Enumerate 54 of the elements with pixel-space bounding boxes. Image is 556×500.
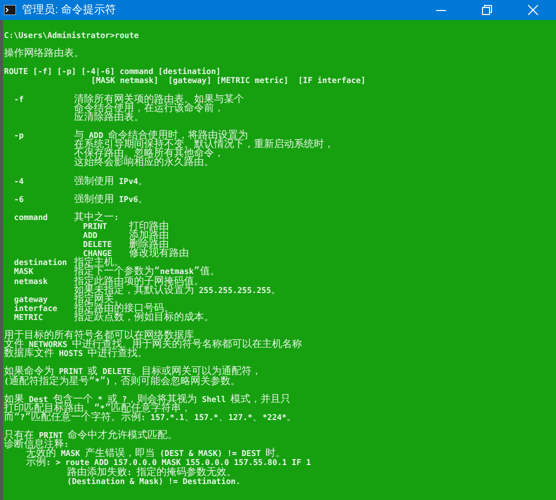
console-line: 路由添加失败: 指定的掩码参数无效。 (67, 468, 237, 477)
option-name: -f (14, 94, 24, 104)
option-description: 指定网关。 (74, 294, 124, 304)
option-name: -p (14, 131, 24, 140)
console-line: (通配符指定为星号“*”)，否则可能会忽略网关参数。 (4, 376, 241, 386)
console-line: 示例: > route ADD 157.0.0.0 MASK 155.0.0.0 157.55.80.1 IF 1 (26, 458, 311, 468)
option-description: 强制使用 IPv6。 (74, 194, 148, 204)
option-description: 其中之一: (74, 212, 119, 222)
option-description: 指定下一个参数为“netmask”值。 (74, 267, 220, 277)
option-name: netmask (14, 276, 48, 286)
console-line: 打印匹配目标路由。“*”匹配任意字符串， (4, 404, 191, 413)
window-title: 管理员: 命令提示符 (22, 4, 116, 16)
option-description: 指定主机。 (74, 258, 124, 268)
console-line: 无效的 MASK 产生错误，即当 (DEST & MASK) != DEST 时。 (26, 449, 286, 458)
option-description: 命令结合使用，在运行该命令前， (74, 104, 224, 113)
console-line: 数据库文件 HOSTS 中进行查找。 (4, 349, 148, 358)
option-description: 清除所有网关项的路由表。如果与某个 (74, 94, 244, 104)
console-line: 诊断信息注释: (4, 440, 69, 450)
option-description: 指定路由的接口号码。 (74, 304, 174, 313)
option-name: MASK (14, 267, 34, 277)
option-description: 这始终会影响相应的永久路由。 (74, 158, 214, 168)
option-description: 应清除路由表。 (74, 112, 144, 122)
console-line: 如果命令为 PRINT 或 DELETE。目标或网关可以为通配符， (4, 367, 262, 377)
option-name: gateway (14, 294, 48, 304)
console-line: 操作网络路由表。 (4, 49, 84, 58)
subcommand-description: 删除路由 (129, 240, 169, 250)
subcommand-description: 修改现有路由 (129, 249, 189, 258)
console-line: C:\Users\Administrator>route (4, 31, 139, 40)
console-icon (4, 5, 16, 15)
subcommand-name: DELETE (83, 240, 112, 250)
console-line: 而“?”匹配任意一个字符。示例: 157.*.1、157.*、127.*、*224*。 (4, 412, 297, 422)
option-name: interface (14, 304, 58, 313)
option-name: command (14, 212, 48, 222)
subcommand-description: 打印路由 (129, 222, 169, 232)
option-name: destination (14, 258, 67, 268)
console-line: [MASK netmask] [gateway] [METRIC metric] [IF interface] (91, 76, 366, 86)
option-description: 不保存路由。忽略所有其他命令， (74, 149, 224, 158)
subcommand-description: 添加路由 (129, 231, 169, 240)
console-line: (Destination & Mask) != Destination. (67, 476, 240, 486)
option-description: 指定跃点数，例如目标的成本。 (74, 312, 214, 322)
close-icon (528, 5, 538, 15)
option-description: 在系统引导期间保持不变。默认情况下，重新启动系统时， (74, 140, 334, 150)
option-description: 强制使用 IPv4。 (74, 176, 148, 186)
option-name: -6 (14, 194, 24, 204)
option-description: 如果未指定，其默认设置为 255.255.255.255。 (74, 286, 282, 295)
subcommand-name: PRINT (83, 222, 108, 232)
console-line: 用于目标的所有符号名都可以在网络数据库 (4, 331, 194, 340)
restore-icon (482, 5, 492, 15)
option-name: METRIC (14, 312, 43, 322)
subcommand-name: ADD (83, 231, 98, 240)
console-line: ROUTE [-f] [-p] [-4|-6] command [destination] (4, 67, 221, 76)
option-description: 指定此路由项的子网掩码值。 (74, 276, 204, 286)
console-line: 如果 Dest 包含一个 * 或 ?，则会将其视为 Shell 模式，并且只 (4, 394, 291, 404)
option-name: -4 (14, 176, 24, 186)
